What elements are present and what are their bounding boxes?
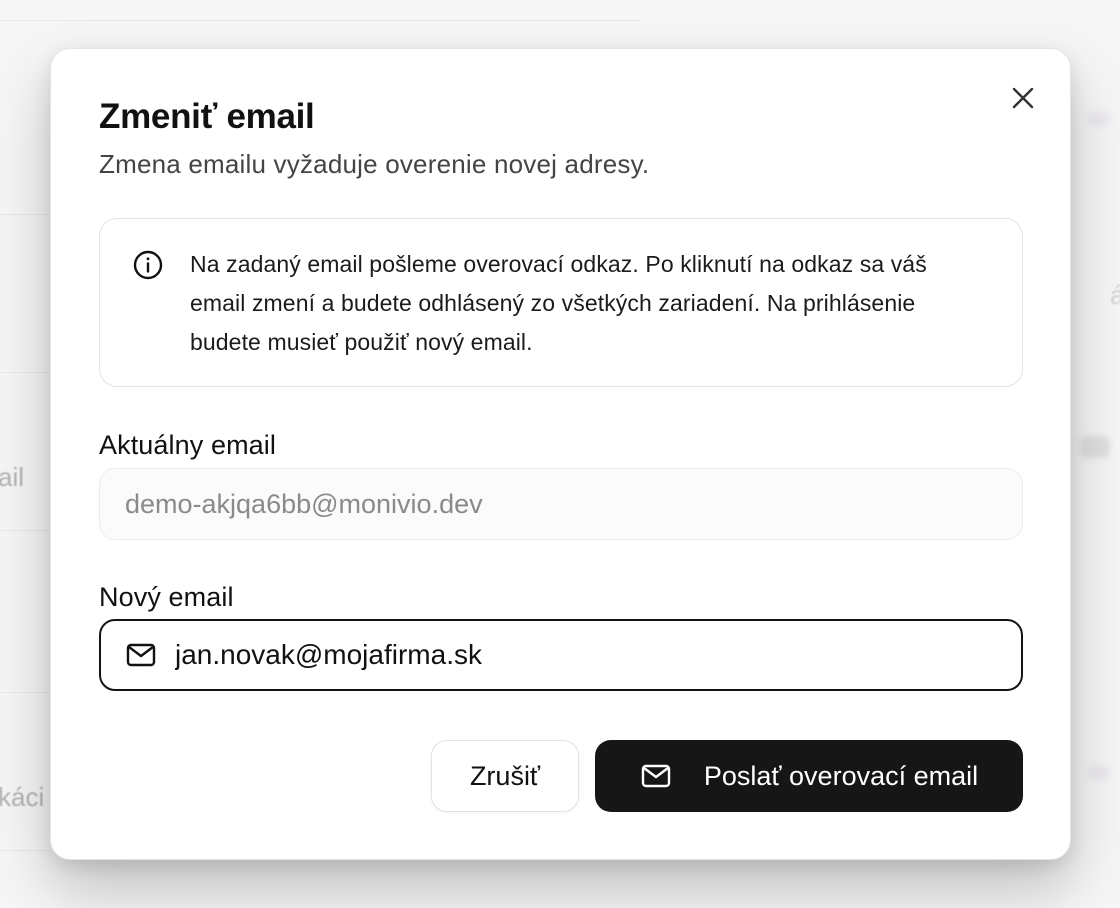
new-email-field[interactable] — [99, 619, 1023, 691]
current-email-value: demo-akjqa6bb@monivio.dev — [125, 488, 483, 519]
close-button[interactable] — [1008, 83, 1038, 113]
new-email-input[interactable] — [175, 639, 975, 671]
dialog-subtitle: Zmena emailu vyžaduje overenie novej adr… — [99, 149, 650, 179]
info-text: Na zadaný email pošleme overovací odkaz.… — [190, 251, 927, 355]
info-alert: Na zadaný email pošleme overovací odkaz.… — [99, 218, 1023, 387]
info-icon — [133, 250, 163, 280]
mail-icon — [641, 764, 671, 788]
send-verification-label: Poslať overovací email — [703, 760, 979, 791]
current-email-label: Aktuálny email — [99, 430, 276, 460]
cancel-button[interactable]: Zrušiť — [431, 740, 579, 812]
current-email-field: demo-akjqa6bb@monivio.dev — [99, 468, 1023, 540]
close-icon — [1012, 87, 1034, 109]
new-email-label: Nový email — [99, 582, 234, 612]
mail-icon — [126, 643, 156, 667]
dialog-title: Zmeniť email — [99, 97, 315, 136]
send-verification-button[interactable]: Poslať overovací email — [595, 740, 1023, 812]
change-email-dialog: Zmeniť email Zmena emailu vyžaduje overe… — [50, 48, 1071, 860]
